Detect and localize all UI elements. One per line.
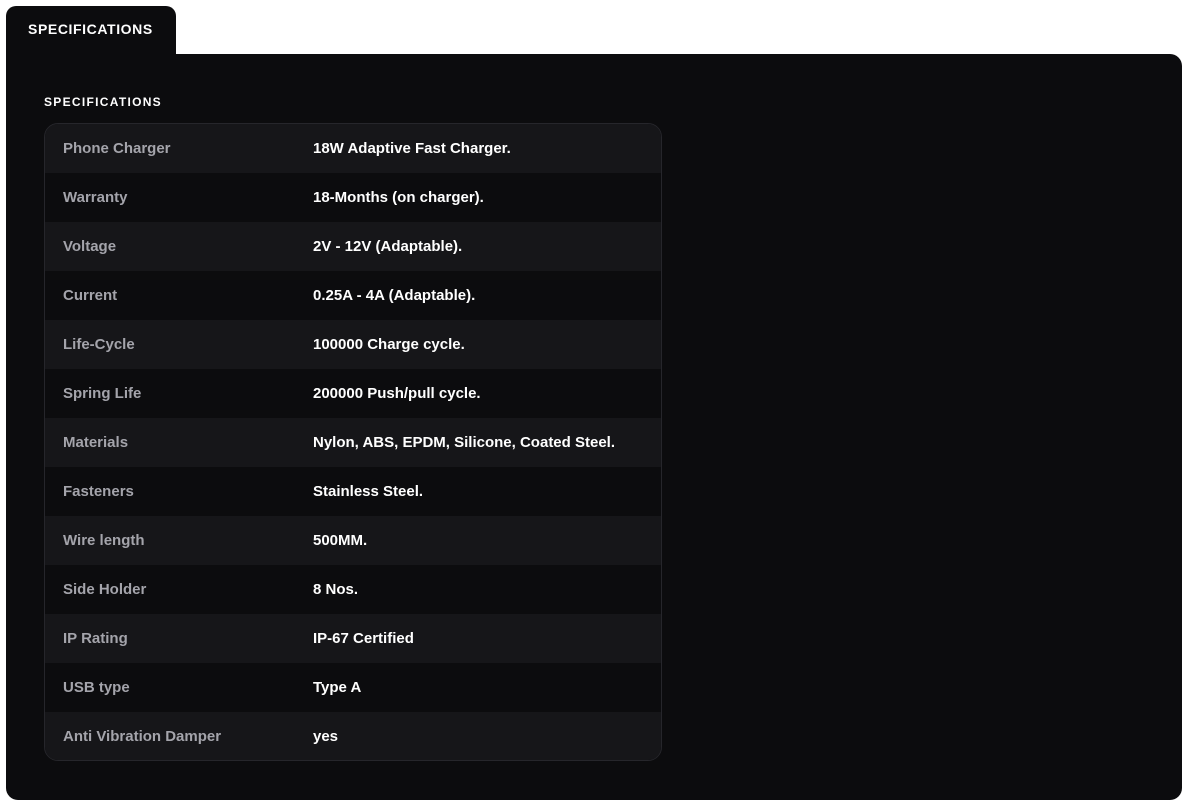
- tab-specifications[interactable]: SPECIFICATIONS: [6, 6, 176, 54]
- tab-label: SPECIFICATIONS: [28, 21, 153, 37]
- spec-label: Fasteners: [63, 483, 134, 500]
- table-row: Spring Life 200000 Push/pull cycle.: [45, 369, 661, 418]
- spec-value: 18-Months (on charger).: [313, 189, 484, 206]
- table-row: Materials Nylon, ABS, EPDM, Silicone, Co…: [45, 418, 661, 467]
- spec-label: Phone Charger: [63, 140, 171, 157]
- spec-label: Wire length: [63, 532, 145, 549]
- spec-value: Type A: [313, 679, 362, 696]
- spec-label: Anti Vibration Damper: [63, 728, 222, 745]
- table-row: Current 0.25A - 4A (Adaptable).: [45, 271, 661, 320]
- spec-value: Stainless Steel.: [313, 483, 424, 500]
- table-row: Life-Cycle 100000 Charge cycle.: [45, 320, 661, 369]
- spec-label: IP Rating: [63, 630, 128, 647]
- spec-label: Current: [63, 287, 118, 304]
- spec-value: Nylon, ABS, EPDM, Silicone, Coated Steel…: [313, 434, 615, 451]
- spec-value: 0.25A - 4A (Adaptable).: [313, 287, 476, 304]
- spec-value: 18W Adaptive Fast Charger.: [313, 140, 511, 157]
- spec-label: Materials: [63, 434, 129, 451]
- spec-value: 2V - 12V (Adaptable).: [313, 238, 463, 255]
- table-row: Anti Vibration Damper yes: [45, 712, 661, 760]
- spec-label: Side Holder: [63, 581, 147, 598]
- spec-label: Voltage: [63, 238, 117, 255]
- spec-value: yes: [313, 728, 339, 745]
- spec-label: Spring Life: [63, 385, 142, 402]
- spec-value: 500MM.: [313, 532, 368, 549]
- panel-title: SPECIFICATIONS: [44, 95, 162, 109]
- spec-value: 200000 Push/pull cycle.: [313, 385, 481, 402]
- spec-label: Warranty: [63, 189, 128, 206]
- table-row: Warranty 18-Months (on charger).: [45, 173, 661, 222]
- spec-value: 8 Nos.: [313, 581, 359, 598]
- spec-value: IP-67 Certified: [313, 630, 414, 647]
- spec-label: USB type: [63, 679, 130, 696]
- table-row: Voltage 2V - 12V (Adaptable).: [45, 222, 661, 271]
- table-row: IP Rating IP-67 Certified: [45, 614, 661, 663]
- specifications-table: Phone Charger 18W Adaptive Fast Charger.…: [44, 123, 662, 761]
- table-row: Wire length 500MM.: [45, 516, 661, 565]
- table-row: Side Holder 8 Nos.: [45, 565, 661, 614]
- spec-label: Life-Cycle: [63, 336, 135, 353]
- table-row: Fasteners Stainless Steel.: [45, 467, 661, 516]
- table-row: Phone Charger 18W Adaptive Fast Charger.: [45, 124, 661, 173]
- spec-value: 100000 Charge cycle.: [313, 336, 465, 353]
- table-row: USB type Type A: [45, 663, 661, 712]
- specifications-panel: SPECIFICATIONS Phone Charger 18W Adaptiv…: [6, 54, 1182, 800]
